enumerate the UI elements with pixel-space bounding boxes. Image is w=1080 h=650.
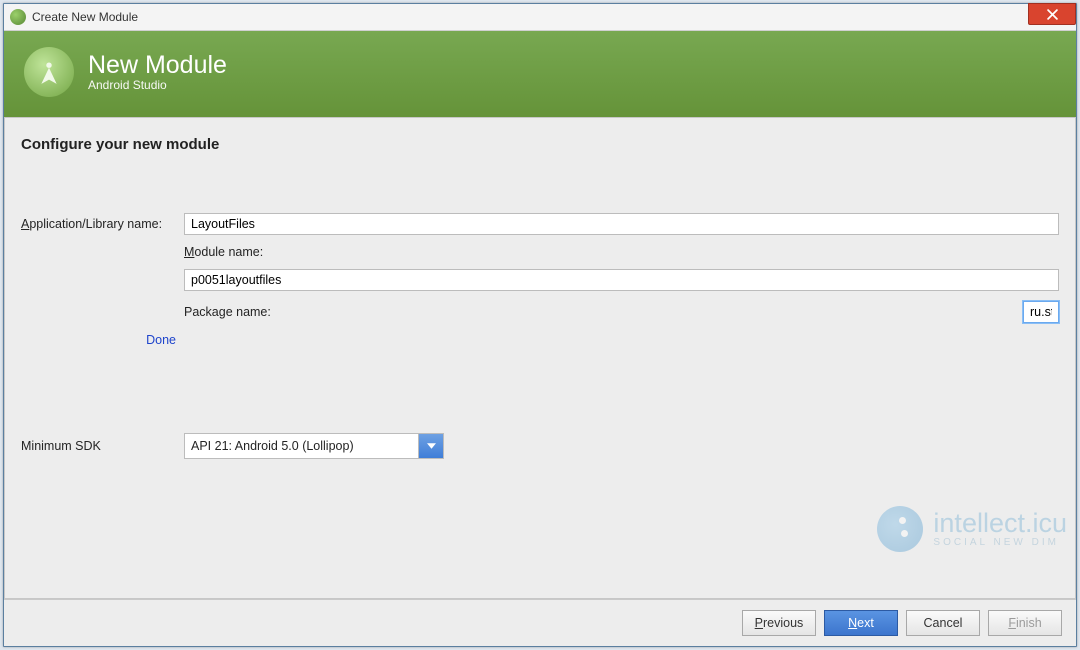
section-title: Configure your new module: [21, 136, 1059, 153]
form: Application/Library name: Module name: P…: [21, 213, 1059, 347]
window-title: Create New Module: [32, 10, 138, 24]
close-icon: [1047, 9, 1058, 20]
watermark: intellect.icu SOCIAL NEW DIM: [877, 506, 1067, 552]
cancel-button[interactable]: Cancel: [906, 610, 980, 636]
chevron-down-icon: [427, 443, 436, 449]
module-name-label: Module name:: [184, 245, 1015, 259]
minimum-sdk-value: API 21: Android 5.0 (Lollipop): [185, 434, 418, 458]
done-link[interactable]: Done: [21, 333, 176, 347]
app-name-label: Application/Library name:: [21, 217, 176, 231]
next-button[interactable]: Next: [824, 610, 898, 636]
app-name-input[interactable]: [184, 213, 1059, 235]
minimum-sdk-select[interactable]: API 21: Android 5.0 (Lollipop): [184, 433, 444, 459]
close-button[interactable]: [1028, 3, 1076, 25]
dialog-footer: Previous Next Cancel Finish: [4, 599, 1076, 646]
banner-heading: New Module: [88, 52, 227, 78]
watermark-logo: [877, 506, 923, 552]
watermark-subtext: SOCIAL NEW DIM: [933, 537, 1067, 548]
package-name-input[interactable]: [1023, 301, 1059, 323]
minimum-sdk-label: Minimum SDK: [21, 439, 176, 453]
android-studio-logo: [24, 47, 74, 97]
dialog-window: Create New Module New Module Android Stu…: [3, 3, 1077, 647]
sdk-row: Minimum SDK API 21: Android 5.0 (Lollipo…: [21, 433, 1059, 459]
title-bar: Create New Module: [4, 4, 1076, 31]
dropdown-arrow: [418, 434, 443, 458]
previous-button[interactable]: Previous: [742, 610, 816, 636]
watermark-text: intellect.icu: [933, 510, 1067, 537]
app-icon: [10, 9, 26, 25]
banner-subheading: Android Studio: [88, 78, 227, 92]
dialog-body: Configure your new module Application/Li…: [4, 118, 1076, 599]
compass-icon: [32, 55, 66, 89]
finish-button: Finish: [988, 610, 1062, 636]
module-name-input[interactable]: [184, 269, 1059, 291]
package-name-label: Package name:: [184, 305, 1015, 319]
banner: New Module Android Studio: [4, 31, 1076, 118]
